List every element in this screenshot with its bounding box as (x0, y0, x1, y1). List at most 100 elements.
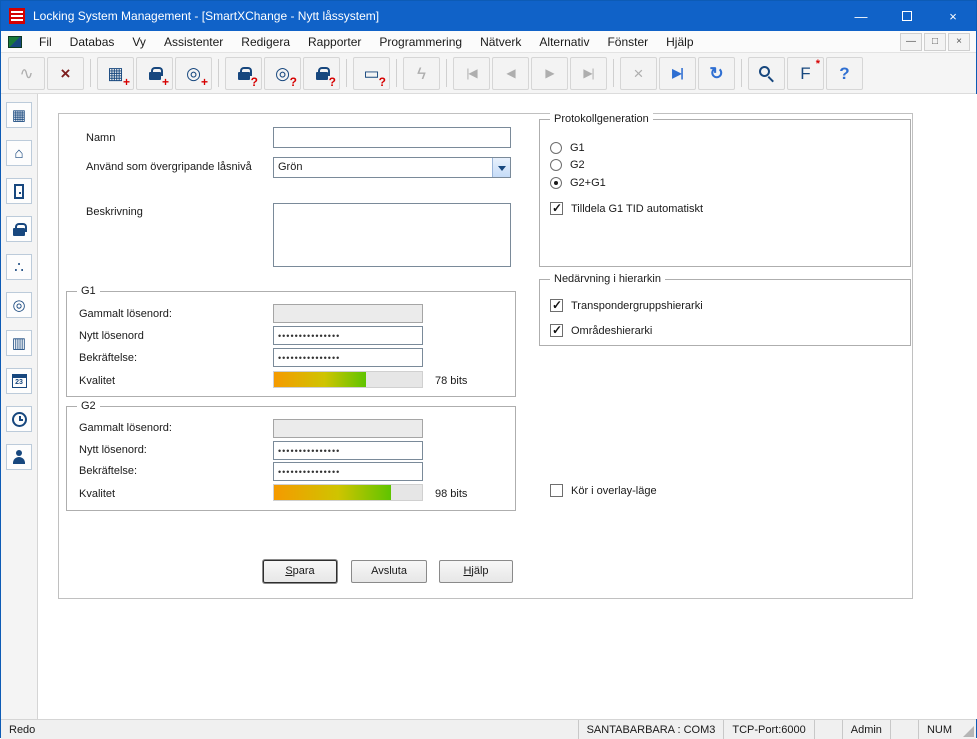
tid-checkbox-label[interactable]: Tilldela G1 TID automatiskt (571, 203, 703, 215)
menu-vy[interactable]: Vy (123, 33, 155, 51)
radio-g2g1-label[interactable]: G2+G1 (570, 177, 606, 189)
new-transponder-button[interactable]: ◎ + (175, 56, 212, 90)
transponder-hierarchy-label[interactable]: Transpondergruppshierarki (571, 300, 703, 312)
mdi-close-button[interactable]: × (948, 32, 970, 51)
sidebar-matrix-grid-button[interactable]: ▥ (6, 330, 32, 356)
menu-fonster[interactable]: Fönster (598, 33, 657, 51)
g2-confirm-input[interactable] (273, 462, 423, 481)
matrix-icon: ▦ (11, 106, 27, 124)
app-logo-icon (9, 8, 25, 24)
resize-grip[interactable] (960, 720, 976, 739)
dropdown-button[interactable] (492, 158, 510, 177)
level-dropdown[interactable]: Grön (273, 157, 511, 178)
menu-databas[interactable]: Databas (61, 33, 124, 51)
sidebar-calendar-button[interactable]: 23 (6, 368, 32, 394)
g2-new-password-input[interactable] (273, 441, 423, 460)
new-lock-button[interactable]: + (136, 56, 173, 90)
radio-g2[interactable] (550, 159, 562, 171)
question-badge: ? (289, 74, 297, 89)
sidebar-user-button[interactable] (6, 444, 32, 470)
next-record-button[interactable]: ▶ (531, 56, 568, 90)
menu-fil[interactable]: Fil (30, 33, 61, 51)
filter-settings-button[interactable]: F * (787, 56, 824, 90)
status-ready: Redo (9, 723, 36, 736)
menu-assistenter[interactable]: Assistenter (155, 33, 232, 51)
filter-settings-icon: F (800, 63, 811, 83)
first-record-button[interactable]: |◀ (453, 56, 490, 90)
description-textarea[interactable] (273, 203, 511, 267)
tid-checkbox[interactable] (550, 201, 563, 215)
g1-old-password-input[interactable] (273, 304, 423, 323)
g2-quality-label: Kvalitet (79, 488, 116, 500)
status-com-port: SANTABARBARA : COM3 (577, 720, 724, 739)
menu-redigera[interactable]: Redigera (232, 33, 299, 51)
search-button[interactable] (748, 56, 785, 90)
overlay-checkbox[interactable] (550, 484, 563, 497)
refresh-button[interactable]: ↻ (698, 56, 735, 90)
close-button[interactable]: × (930, 1, 976, 31)
help-button-form[interactable]: Hjälp (439, 560, 513, 583)
menu-alternativ[interactable]: Alternativ (530, 33, 598, 51)
read-lock-button[interactable]: ? (225, 56, 262, 90)
cancel-button[interactable]: × (620, 56, 657, 90)
menu-programmering[interactable]: Programmering (370, 33, 471, 51)
next-record-icon: ▶ (545, 66, 554, 80)
search-icon (759, 65, 770, 77)
g1-confirm-input[interactable] (273, 348, 423, 367)
menu-bar: Fil Databas Vy Assistenter Redigera Rapp… (1, 31, 976, 53)
save-button[interactable]: Spara (263, 560, 337, 583)
exit-button[interactable]: Avsluta (351, 560, 427, 583)
g2-quality-progressbar (273, 484, 423, 501)
calendar-icon: 23 (11, 374, 27, 388)
area-hierarchy-label[interactable]: Områdeshierarki (571, 325, 652, 337)
area-hierarchy-checkbox[interactable] (550, 323, 563, 337)
g1-quality-progressbar (273, 371, 423, 388)
last-record-button[interactable]: ▶| (570, 56, 607, 90)
previous-record-button[interactable]: ◀ (492, 56, 529, 90)
sidebar-door-button[interactable] (6, 178, 32, 204)
g2-old-password-input[interactable] (273, 419, 423, 438)
g1-old-password-label: Gammalt lösenord: (79, 308, 172, 320)
title-bar: Locking System Management - [SmartXChang… (1, 1, 976, 31)
sidebar-home-button[interactable]: ⌂ (6, 140, 32, 166)
mdi-minimize-button[interactable]: — (900, 32, 922, 51)
sidebar-transponder-group-button[interactable]: ∴ (6, 254, 32, 280)
radio-g1[interactable] (550, 142, 562, 154)
connect-button[interactable]: ∿ (8, 56, 45, 90)
radio-g2-label[interactable]: G2 (570, 159, 585, 171)
matrix-icon: ▦ (107, 63, 124, 83)
transponder-hierarchy-checkbox[interactable] (550, 298, 563, 312)
new-locking-system-button[interactable]: ▦ + (97, 56, 134, 90)
menu-natverk[interactable]: Nätverk (471, 33, 530, 51)
status-user: Admin (841, 720, 890, 739)
overlay-checkbox-label[interactable]: Kör i overlay-läge (571, 485, 657, 497)
minimize-button[interactable]: — (838, 1, 884, 31)
program-button[interactable]: ϟ (403, 56, 440, 90)
sidebar-cylinder-button[interactable]: ◎ (6, 292, 32, 318)
radio-g2g1[interactable] (550, 177, 562, 189)
read-transponder-button[interactable]: ◎? (264, 56, 301, 90)
menu-rapporter[interactable]: Rapporter (299, 33, 370, 51)
g1-bits-value: 78 bits (435, 375, 468, 387)
home-icon: ⌂ (14, 144, 24, 162)
g1-new-password-input[interactable] (273, 326, 423, 345)
g2-groupbox-title: G2 (77, 400, 100, 412)
goto-record-button[interactable]: ▶| (659, 56, 696, 90)
sidebar-matrix-button[interactable]: ▦ (6, 102, 32, 128)
toolbar-separator (741, 59, 742, 87)
read-lock-g1-button[interactable]: ? (303, 56, 340, 90)
maximize-button[interactable] (884, 1, 930, 31)
g1-new-password-label: Nytt lösenord (79, 330, 144, 342)
sidebar-clock-button[interactable] (6, 406, 32, 432)
read-card-button[interactable]: ▭? (353, 56, 390, 90)
toolbar-separator (90, 59, 91, 87)
disconnect-button[interactable]: × (47, 56, 84, 90)
radio-g1-label[interactable]: G1 (570, 142, 585, 154)
help-button[interactable]: ? (826, 56, 863, 90)
name-input[interactable] (273, 127, 511, 148)
mdi-restore-button[interactable]: □ (924, 32, 946, 51)
menu-hjalp[interactable]: Hjälp (657, 33, 702, 51)
transponder-icon: ◎ (275, 63, 290, 83)
sidebar-lock-button[interactable] (6, 216, 32, 242)
main-content: Namn Använd som övergripande låsnivå Grö… (38, 94, 977, 719)
